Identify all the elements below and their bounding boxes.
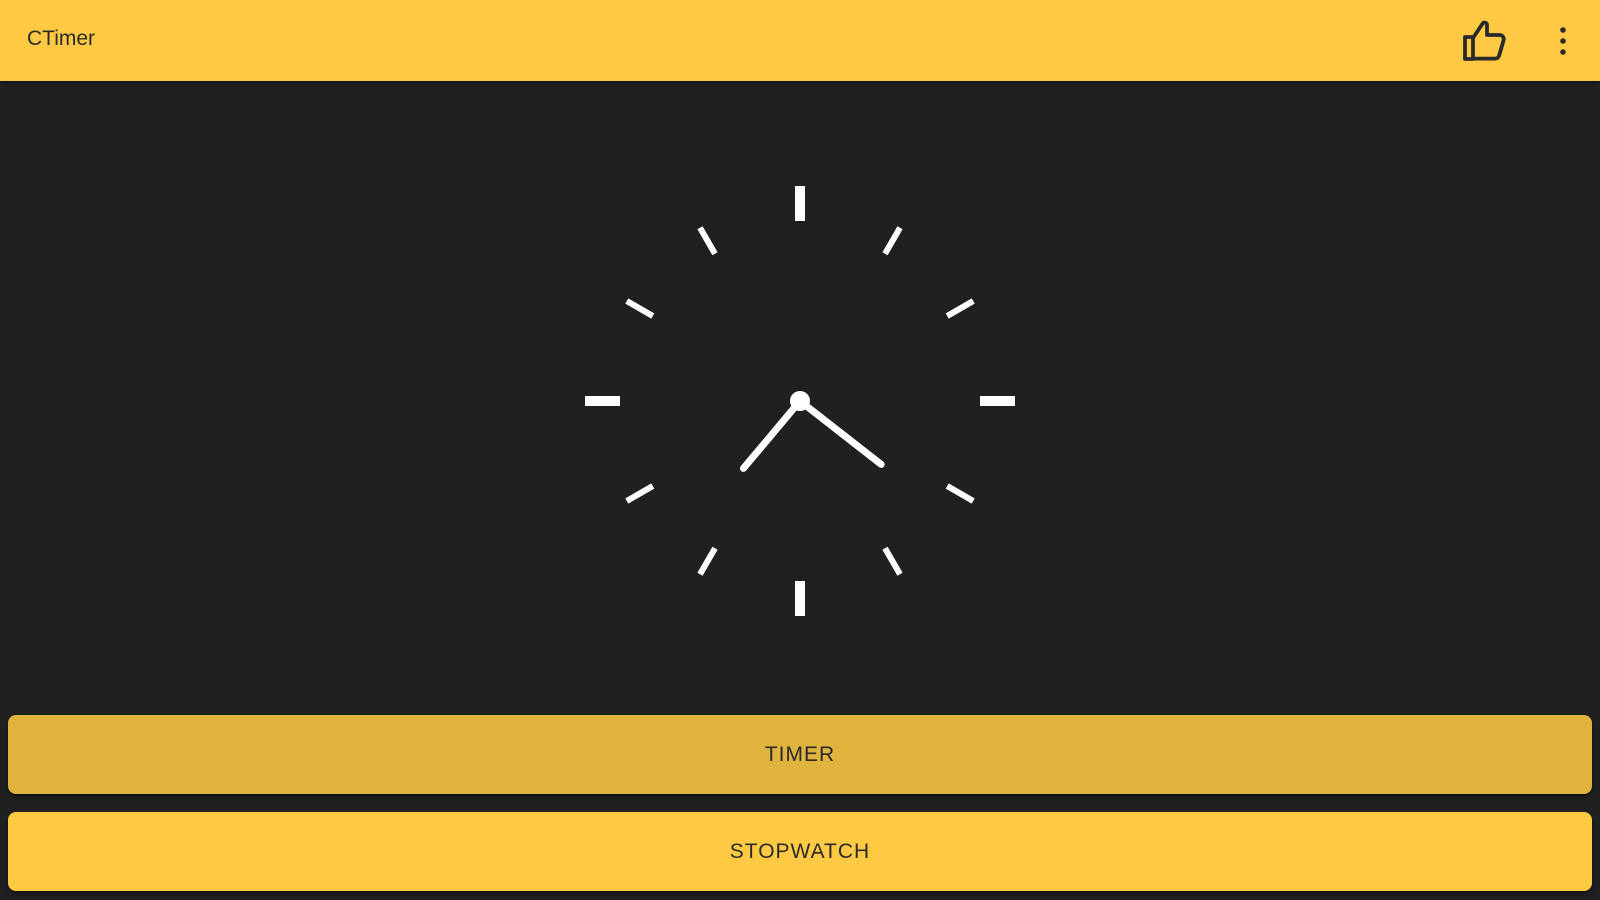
- clock-tick: [882, 226, 903, 256]
- stopwatch-button-label: STOPWATCH: [729, 839, 871, 863]
- clock-center-dot: [790, 391, 810, 411]
- app-bar: CTimer: [0, 0, 1600, 81]
- hour-hand: [739, 397, 804, 472]
- clock-tick: [882, 546, 903, 576]
- clock-tick: [697, 226, 718, 256]
- minute-hand: [796, 397, 885, 468]
- clock-area: [0, 81, 1600, 711]
- analog-clock: [585, 186, 1015, 616]
- more-vert-icon: [1560, 27, 1566, 55]
- clock-tick: [945, 298, 975, 319]
- stopwatch-button[interactable]: STOPWATCH: [8, 812, 1592, 891]
- clock-tick: [945, 483, 975, 504]
- clock-tick: [625, 483, 655, 504]
- like-button[interactable]: [1458, 14, 1512, 68]
- clock-tick: [697, 546, 718, 576]
- more-options-button[interactable]: [1540, 18, 1586, 64]
- clock-tick: [625, 298, 655, 319]
- app-title: CTimer: [27, 27, 96, 50]
- thumbs-up-icon: [1463, 20, 1506, 61]
- timer-button-label: TIMER: [764, 742, 836, 766]
- app-window: CTimer TIMER STOPWATCH: [0, 0, 1600, 900]
- timer-button[interactable]: TIMER: [8, 715, 1592, 794]
